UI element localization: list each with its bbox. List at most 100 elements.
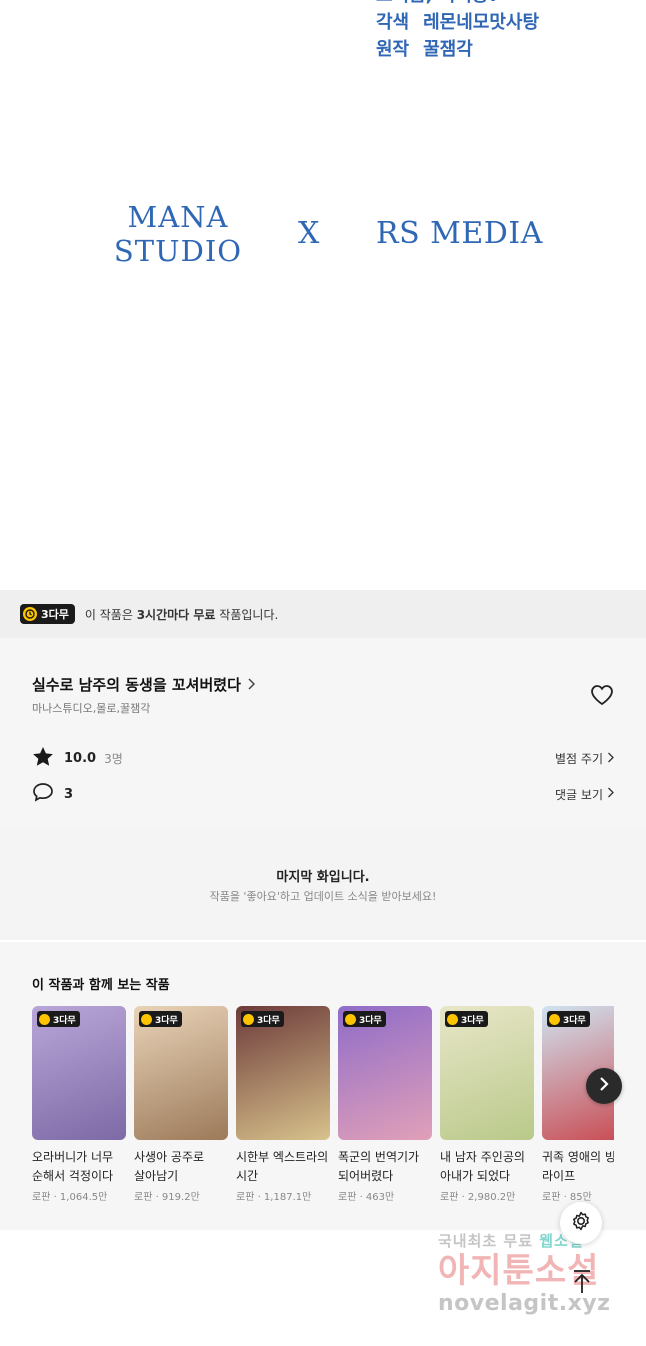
credits: 오이뭄, 미미공7 각색 레몬네모맛사탕 원작 꿀잼각 [376,0,539,63]
recommendation-meta: 로판 · 919.2만 [134,1192,200,1203]
comments-label: 댓글 보기 [555,787,603,802]
rate-label: 별점 주기 [555,752,603,766]
recommendation-card[interactable]: 3다무폭군의 번역기가 되어버렸다로판 · 463만 [338,1006,432,1203]
recommendations-section: 이 작품과 함께 보는 작품 3다무오라버니가 너무 순해서 걱정이다로판 · … [0,942,646,1230]
cover-image: 3다무 [32,1006,126,1140]
clock-icon [447,1013,458,1025]
mana-studio-logo: MANA STUDIO [112,200,244,268]
recommendation-card[interactable]: 3다무오라버니가 너무 순해서 걱정이다로판 · 1,064.5만 [32,1006,126,1203]
banner-text-bold: 3시간마다 무료 [136,607,216,622]
watermark-line: 국내최초 무료 웹소설 [438,1230,638,1251]
credit-label: 원작 [376,39,410,60]
credit-label: 각색 [376,12,410,33]
wait-free-badge: 3다무 [445,1011,488,1027]
recommendation-card[interactable]: 3다무귀족 영애의 빙석 라이프로판 · 85만 [542,1006,614,1203]
rate-button[interactable]: 별점 주기 [555,750,614,767]
comment-icon [32,782,54,806]
comment-row: 3 댓글 보기 [32,782,614,806]
rating-value: 10.0 [64,751,97,766]
chevron-right-icon [607,787,614,801]
scroll-top-button[interactable] [566,1268,598,1300]
badge-label: 3다무 [461,1015,484,1026]
badge-label: 3다무 [53,1015,76,1026]
site-watermark: 국내최초 무료 웹소설 아지툰소설 novelagit.xyz [438,1230,638,1316]
recommendation-title: 폭군의 번역기가 되어버렸다 [338,1150,420,1183]
recommendation-meta: 로판 · 463만 [338,1192,395,1203]
collab-x: X [298,216,320,251]
arrow-up-icon [571,1269,593,1299]
recommendation-card[interactable]: 3다무내 남자 주인공의 아내가 되었다로판 · 2,980.2만 [440,1006,534,1203]
free-banner: 3다무 이 작품은 3시간마다 무료 작품입니다. [0,590,646,638]
chevron-right-icon [599,1076,609,1096]
viewer-settings-button[interactable] [560,1202,602,1244]
wait-free-badge: 3다무 [547,1011,590,1027]
clock-icon [243,1013,254,1025]
cover-image: 3다무 [338,1006,432,1140]
clock-icon [23,607,37,621]
chevron-right-icon [247,676,255,694]
recommendation-card[interactable]: 3다무사생아 공주로 살아남기로판 · 919.2만 [134,1006,228,1203]
recommendation-meta: 로판 · 1,064.5만 [32,1192,108,1203]
watermark-line: novelagit.xyz [438,1291,611,1316]
wait-free-badge: 3다무 [37,1011,80,1027]
credit-row: 오이뭄, 미미공7 [376,0,539,9]
rs-media-logo: RS MEDIA [376,216,543,251]
credit-value: 오이뭄, 미미공7 [376,0,501,9]
badge-label: 3다무 [257,1015,280,1026]
star-icon [32,746,54,771]
watermark-line: 아지툰소설 [438,1251,600,1291]
free-banner-text: 이 작품은 3시간마다 무료 작품입니다. [85,606,278,623]
badge-label: 3다무 [563,1015,586,1026]
recommendation-card[interactable]: 3다무시한부 엑스트라의 시간로판 · 1,187.1만 [236,1006,330,1203]
clock-icon [345,1013,356,1025]
recommendation-meta: 로판 · 85만 [542,1192,592,1203]
cover-image: 3다무 [236,1006,330,1140]
badge-label: 3다무 [359,1015,382,1026]
clock-icon [39,1013,50,1025]
chevron-right-icon [607,752,614,766]
cover-image: 3다무 [440,1006,534,1140]
badge-label: 3다무 [41,608,69,621]
recommendation-title: 사생아 공주로 살아남기 [134,1150,205,1183]
wait-free-badge: 3다무 [241,1011,284,1027]
series-title-link[interactable]: 실수로 남주의 동생을 꼬셔버렸다 [32,674,255,695]
logo-line: STUDIO [113,234,243,268]
banner-text-prefix: 이 작품은 [84,607,137,622]
rating-row: 10.0 3명 별점 주기 [32,746,614,771]
view-comments-button[interactable]: 댓글 보기 [555,786,614,803]
recommendation-carousel: 3다무 오라버니가 너무 순해서 걱정이다 로판 · 1,064.5만 3다무 사생아 … [32,1006,614,1216]
recommendation-title: 귀족 영애의 빙석 라이프 [542,1150,614,1183]
credit-row: 각색 레몬네모맛사탕 [376,9,539,36]
recommendation-title: 오라버니가 너무 순해서 걱정이다 [32,1150,114,1183]
series-authors: 마나스튜디오,몰로,꿀잼각 [32,702,151,715]
credit-value: 레몬네모맛사탕 [423,12,540,33]
badge-label: 3다무 [155,1015,178,1026]
recommendation-title: 시한부 엑스트라의 시간 [236,1150,329,1183]
watermark-text: 국내최초 무료 [438,1232,540,1250]
clock-icon [549,1013,560,1025]
credit-value: 꿀잼각 [423,39,473,60]
clock-icon [141,1013,152,1025]
notice-title: 마지막 화입니다. [276,870,370,885]
wait-free-badge: 3다무 [20,604,75,624]
wait-free-badge: 3다무 [343,1011,386,1027]
logo-line: MANA [127,200,229,234]
last-episode-notice: 마지막 화입니다. 작품을 '좋아요'하고 업데이트 소식을 받아보세요! [0,828,646,940]
series-info-card: 실수로 남주의 동생을 꼬셔버렸다 마나스튜디오,몰로,꿀잼각 10.0 3명 … [0,638,646,828]
notice-subtitle: 작품을 '좋아요'하고 업데이트 소식을 받아보세요! [209,890,437,903]
recommendation-meta: 로판 · 2,980.2만 [440,1192,516,1203]
notice-box: 마지막 화입니다. 작품을 '좋아요'하고 업데이트 소식을 받아보세요! [0,828,646,940]
recommendation-meta: 로판 · 1,187.1만 [236,1192,312,1203]
recommendation-title: 내 남자 주인공의 아내가 되었다 [440,1150,525,1183]
wait-free-badge: 3다무 [139,1011,182,1027]
credit-row: 원작 꿀잼각 [376,36,539,63]
rating-count: 3명 [104,752,123,766]
recommendations-heading: 이 작품과 함께 보는 작품 [32,978,170,993]
studio-logos: MANA STUDIO X RS MEDIA [0,196,646,276]
banner-text-suffix: 작품입니다. [215,607,279,622]
carousel-next-button[interactable] [586,1068,622,1104]
gear-icon [570,1210,592,1236]
series-title: 실수로 남주의 동생을 꼬셔버렸다 [32,676,241,694]
like-heart-icon[interactable] [590,684,614,706]
cover-image: 3다무 [134,1006,228,1140]
